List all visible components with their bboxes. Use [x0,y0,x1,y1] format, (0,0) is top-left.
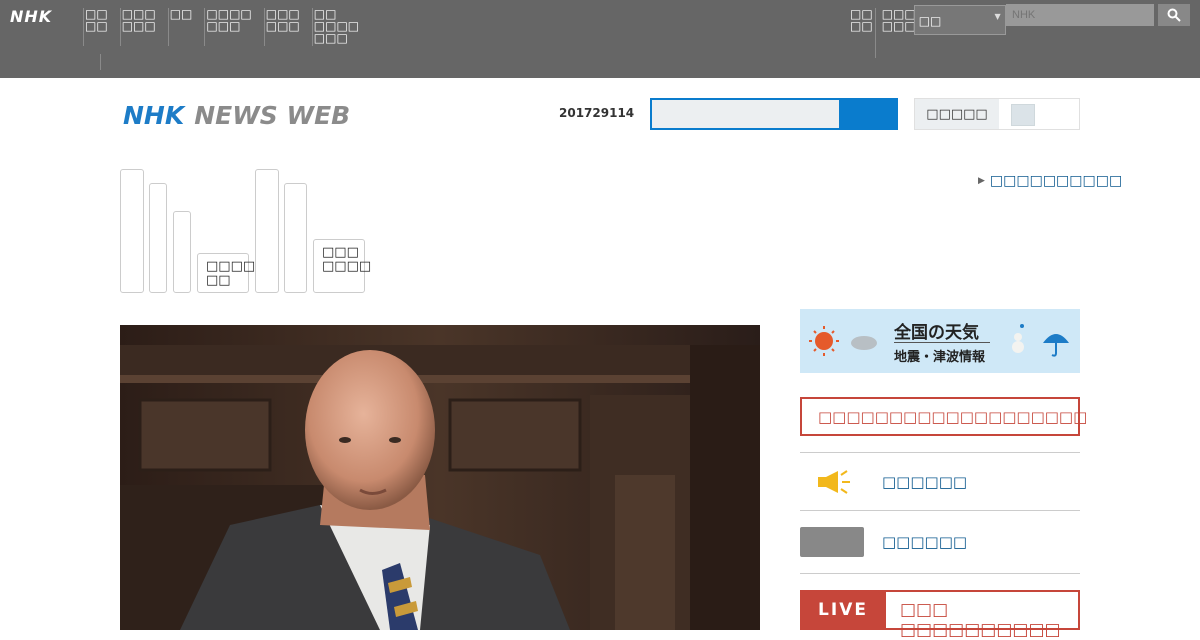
global-nav-item[interactable]: □□□□ □□□ [204,8,257,46]
category-tab[interactable] [284,183,307,293]
global-nav: □□ □□ □□□ □□□ □□ □□□□ □□□ □□□ □□□ □□ □□□… [83,8,371,46]
sidebar-divider [800,573,1080,574]
region-select[interactable]: □□ ▼ [913,5,1006,35]
weather-title: 全国の天気 [894,323,979,343]
nhk-logo[interactable]: NHK [10,7,52,26]
news-web-logo[interactable]: NHK NEWS WEB [123,101,350,130]
site-search [650,98,898,130]
global-search-button[interactable] [1158,4,1190,26]
weather-title-underline [894,342,990,343]
sidebar-link[interactable]: □□□□□□ [882,473,967,491]
global-nav-right: □□ □□ □□□ □□□ □□ ▼ [850,5,1006,58]
global-nav-item[interactable]: □□ □□ [83,8,114,46]
category-tab[interactable] [120,169,144,293]
display-toggle[interactable]: □□□□□ [914,98,1080,130]
live-stream-link[interactable]: LIVE □□□ □□□□□□□□□□ [800,590,1080,640]
global-nav-item[interactable]: □□ [167,8,199,46]
sidebar-divider [800,452,1080,453]
weather-subtitle: 地震・津波情報 [894,350,986,365]
hero-photo [120,325,760,630]
search-icon [1167,8,1181,22]
megaphone-icon [818,470,850,494]
news-web-logo-text: NEWS WEB [194,101,351,130]
news-web-logo-nhk: NHK [123,101,185,130]
category-tab[interactable] [149,183,167,293]
sidebar-link[interactable]: □□□□□□ [882,533,967,551]
chevron-down-icon: ▼ [994,12,1001,21]
category-tab[interactable] [173,211,191,293]
triangle-right-icon: ▶ [978,176,985,186]
category-tab[interactable]: □□□ □□□□ [313,239,371,293]
sidebar-thumbnail [800,527,864,557]
global-nav-bar: NHK □□ □□ □□□ □□□ □□ □□□□ □□□ □□□ □□□ □□… [0,0,1200,78]
category-list-link-label: □□□□□□□□□□ [989,173,1123,189]
nav-divider [100,54,101,70]
category-tab[interactable]: □□□□ □□ [197,253,255,293]
global-nav-right-item[interactable]: □□ □□ [850,8,876,58]
global-search-input[interactable] [1006,4,1154,26]
global-nav-right-item[interactable]: □□□ □□□ [882,8,916,32]
toggle-knob[interactable] [1011,104,1035,126]
live-stream-title: □□□ □□□□□□□□□□ [900,600,1061,640]
red-notice-link[interactable]: □□□□□□□□□□□□□□□□□□□ [800,397,1087,436]
weather-banner[interactable]: 全国の天気 地震・津波情報 [800,309,1080,373]
global-nav-item[interactable]: □□ □□□□ □□□ [311,8,365,46]
region-select-value: □□ [918,14,942,28]
current-date: 201729114 [559,106,635,120]
category-list-link[interactable]: ▶ □□□□□□□□□□ [978,173,1122,189]
live-badge: LIVE [800,590,886,630]
global-nav-item[interactable]: □□□ □□□ [263,8,306,46]
global-nav-item[interactable]: □□□ □□□ [119,8,162,46]
category-tab[interactable] [255,169,279,293]
site-search-input[interactable] [652,100,839,128]
hero-image[interactable] [120,325,760,630]
toggle-switch[interactable] [999,99,1079,129]
sidebar-divider [800,510,1080,511]
display-toggle-label: □□□□□ [926,106,988,122]
